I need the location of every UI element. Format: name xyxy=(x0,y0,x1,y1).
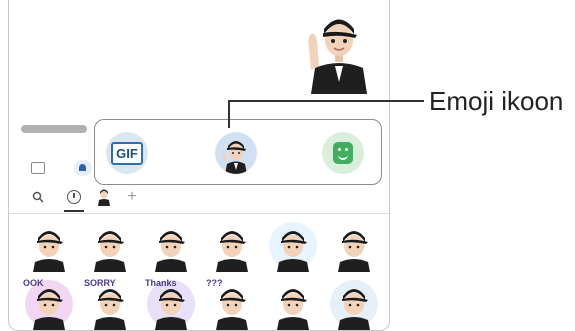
sticker-item[interactable]: ??? xyxy=(204,278,260,330)
sticker-toolbar: + xyxy=(9,183,389,213)
callout-line xyxy=(228,100,424,102)
sticker-item[interactable]: OOK xyxy=(21,278,77,330)
sticker-caption: ??? xyxy=(206,278,223,288)
sticker-item[interactable]: SORRY xyxy=(82,278,138,330)
active-tab-indicator xyxy=(64,210,84,212)
sticker-item[interactable] xyxy=(265,278,321,330)
search-icon[interactable] xyxy=(29,188,47,206)
sticker-item[interactable] xyxy=(143,220,199,272)
keyboard-tab-icon[interactable] xyxy=(31,162,45,174)
sticker-item[interactable] xyxy=(265,220,321,272)
phone-screen: GIF + OOK SORRY Thanks ??? xyxy=(8,0,390,331)
sticker-item[interactable] xyxy=(21,220,77,272)
chat-area xyxy=(9,0,389,120)
message-input[interactable] xyxy=(21,125,87,133)
avatar-icon[interactable] xyxy=(95,188,113,206)
sticker-item[interactable]: Thanks xyxy=(143,278,199,330)
sticker-icon xyxy=(333,142,353,164)
gif-button[interactable]: GIF xyxy=(106,132,148,174)
expression-suggestions-popup: GIF xyxy=(94,119,382,185)
gif-icon: GIF xyxy=(111,141,143,165)
callout-pointer xyxy=(228,100,230,128)
ar-emoji-button[interactable] xyxy=(215,132,257,174)
sticker-caption: OOK xyxy=(23,278,44,288)
sticker-item[interactable] xyxy=(82,220,138,272)
sticker-item[interactable] xyxy=(326,278,382,330)
sticker-caption: Thanks xyxy=(145,278,177,288)
divider xyxy=(9,213,389,214)
home-tab-icon[interactable] xyxy=(74,160,92,176)
sticker-button[interactable] xyxy=(322,132,364,174)
plus-icon[interactable]: + xyxy=(123,188,141,206)
sticker-item[interactable] xyxy=(326,220,382,272)
callout-label: Emoji ikoon xyxy=(429,86,564,116)
sent-emoji-sticker[interactable] xyxy=(305,10,373,94)
sticker-item[interactable] xyxy=(204,220,260,272)
clock-icon[interactable] xyxy=(65,188,83,206)
sticker-caption: SORRY xyxy=(84,278,116,288)
ar-emoji-icon xyxy=(222,141,247,174)
